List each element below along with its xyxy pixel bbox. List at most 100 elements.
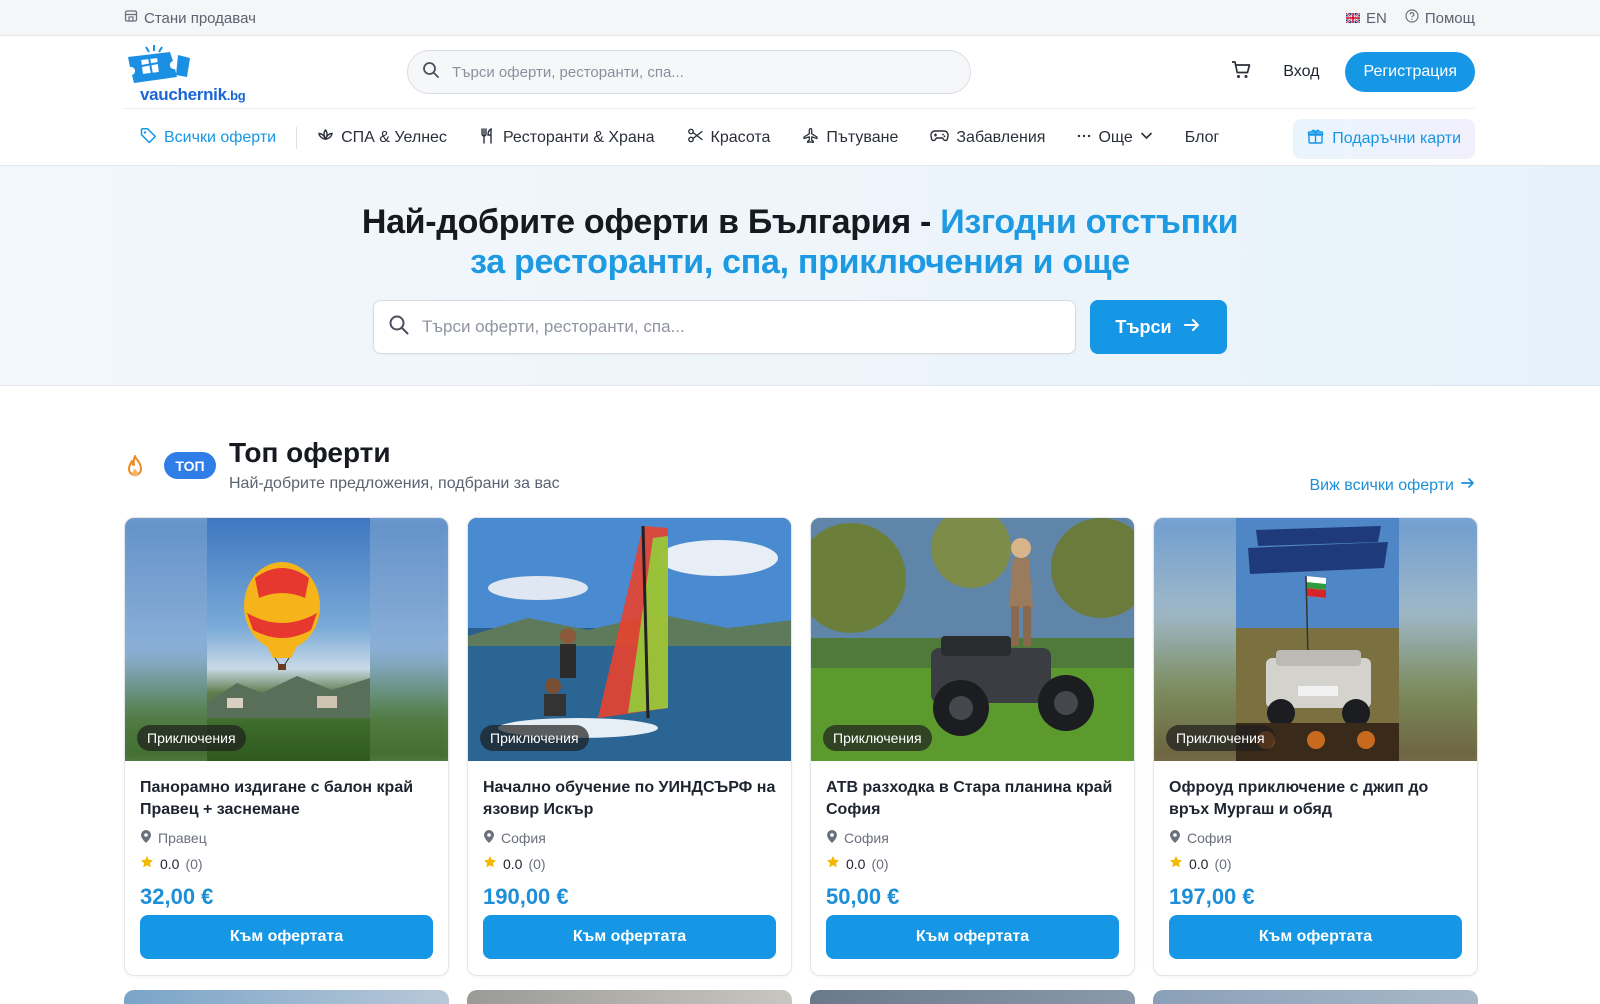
gamepad-icon xyxy=(930,127,950,149)
nav-divider xyxy=(296,126,298,149)
category-badge: Приключения xyxy=(823,725,932,751)
nav-item-blog[interactable]: Блог xyxy=(1169,129,1236,147)
rating-value: 0.0 xyxy=(160,855,180,872)
tag-icon xyxy=(140,127,157,149)
offer-rating: 0.0 (0) xyxy=(483,855,776,872)
store-icon xyxy=(124,9,138,27)
offer-title[interactable]: Начално обучение по УИНДСЪРФ на язовир И… xyxy=(483,777,776,821)
register-button[interactable]: Регистрация xyxy=(1345,52,1475,92)
hero-search-button-label: Търси xyxy=(1115,316,1172,337)
nav-item-label: Блог xyxy=(1184,128,1220,146)
offer-card[interactable]: Приключения Начално обучение по УИНДСЪРФ… xyxy=(467,517,792,976)
location-label: София xyxy=(1187,830,1232,846)
cart-button[interactable] xyxy=(1221,52,1261,92)
nav-item-beauty[interactable]: Красота xyxy=(671,127,787,149)
hero-section: Най-добрите оферти в България - Изгодни … xyxy=(0,166,1600,386)
hero-search-button[interactable]: Търси xyxy=(1090,300,1227,354)
chevron-down-icon xyxy=(1140,129,1153,147)
rating-value: 0.0 xyxy=(846,855,866,872)
arrow-right-icon xyxy=(1182,315,1202,340)
location-pin-icon xyxy=(826,829,838,847)
offer-card[interactable]: Приключения АТВ разходка в Стара планина… xyxy=(810,517,1135,976)
view-offer-button[interactable]: Към офертата xyxy=(1169,915,1462,959)
next-card-peek xyxy=(1153,990,1478,1004)
more-icon xyxy=(1077,127,1091,149)
location-label: София xyxy=(844,830,889,846)
flame-icon xyxy=(124,454,146,485)
become-seller-label: Стани продавач xyxy=(144,9,256,27)
cart-icon xyxy=(1230,59,1252,86)
hero-title-highlight-2: за ресторанти, спа, приключения и още xyxy=(470,243,1130,281)
category-badge: Приключения xyxy=(137,725,246,751)
view-offer-button[interactable]: Към офертата xyxy=(140,915,433,959)
section-title: Топ оферти xyxy=(229,437,391,468)
scissors-icon xyxy=(687,127,704,149)
offer-image: Приключения xyxy=(125,518,448,761)
offer-title[interactable]: Панорамно издигане с балон край Правец +… xyxy=(140,777,433,821)
category-badge: Приключения xyxy=(480,725,589,751)
offer-price: 190,00 € xyxy=(483,884,569,909)
main-header: vauchernik.bg Вход Регистрация xyxy=(0,36,1600,108)
utensils-icon xyxy=(479,127,496,149)
location-pin-icon xyxy=(483,829,495,847)
hero-search: Търси xyxy=(373,300,1227,354)
offer-image: Приключения xyxy=(468,518,791,761)
view-offer-button[interactable]: Към офертата xyxy=(826,915,1119,959)
location-label: Правец xyxy=(158,830,207,846)
nav-item-spa[interactable]: СПА & Уелнес xyxy=(301,127,463,149)
offer-title[interactable]: АТВ разходка в Стара планина край София xyxy=(826,777,1119,821)
nav-item-label: Още xyxy=(1098,128,1133,146)
header-search-bar[interactable] xyxy=(407,50,971,94)
gift-cards-label: Подаръчни карти xyxy=(1332,130,1461,147)
help-link[interactable]: Помощ xyxy=(1405,9,1475,27)
gift-icon xyxy=(1307,128,1324,150)
login-button[interactable]: Вход xyxy=(1283,63,1319,81)
language-switcher[interactable]: EN xyxy=(1345,10,1387,27)
search-icon xyxy=(388,314,410,341)
offer-location: София xyxy=(1169,829,1462,847)
nav-item-more[interactable]: Още xyxy=(1061,127,1168,149)
top-badge: ТОП xyxy=(164,452,216,479)
nav-item-travel[interactable]: Пътуване xyxy=(786,127,914,149)
search-icon xyxy=(422,61,440,84)
hero-search-field[interactable] xyxy=(373,300,1076,354)
uk-flag-icon xyxy=(1345,10,1361,27)
nav-item-label: Забавления xyxy=(956,128,1046,146)
arrow-right-icon xyxy=(1460,475,1476,496)
site-logo[interactable]: vauchernik.bg xyxy=(124,41,250,107)
next-card-peek xyxy=(810,990,1135,1004)
section-subtitle: Най-добрите предложения, подбрани за вас xyxy=(229,475,560,492)
become-seller-link[interactable]: Стани продавач xyxy=(124,9,256,27)
view-offer-button[interactable]: Към офертата xyxy=(483,915,776,959)
nav-item-label: СПА & Уелнес xyxy=(341,128,447,146)
nav-item-label: Пътуване xyxy=(826,128,899,146)
see-all-offers-link[interactable]: Виж всички оферти xyxy=(1309,475,1476,496)
plane-icon xyxy=(802,127,819,149)
offer-card[interactable]: Приключения Панорамно издигане с балон к… xyxy=(124,517,449,976)
offer-location: София xyxy=(483,829,776,847)
offer-price: 197,00 € xyxy=(1169,884,1255,909)
offer-cards: Приключения Панорамно издигане с балон к… xyxy=(124,517,1478,976)
offer-price: 50,00 € xyxy=(826,884,900,909)
see-all-label: Виж всички оферти xyxy=(1309,476,1454,494)
offer-card[interactable]: Приключения Офроуд приключение с джип до… xyxy=(1153,517,1478,976)
location-pin-icon xyxy=(140,829,152,847)
offer-title[interactable]: Офроуд приключение с джип до връх Мургаш… xyxy=(1169,777,1462,821)
hero-search-input[interactable] xyxy=(422,317,1042,337)
next-card-peek xyxy=(124,990,449,1004)
offer-rating: 0.0 (0) xyxy=(1169,855,1462,872)
top-bar: Стани продавач EN Помощ xyxy=(0,0,1600,36)
nav-item-label: Ресторанти & Храна xyxy=(502,128,655,146)
nav-item-entertainment[interactable]: Забавления xyxy=(914,127,1061,149)
nav-item-label: Красота xyxy=(710,128,771,146)
gift-cards-button[interactable]: Подаръчни карти xyxy=(1293,119,1475,159)
nav-item-all-offers[interactable]: Всички оферти xyxy=(124,127,292,149)
offer-rating: 0.0 (0) xyxy=(826,855,1119,872)
nav-item-restaurants[interactable]: Ресторанти & Храна xyxy=(463,127,671,149)
next-card-peek xyxy=(467,990,792,1004)
header-search-input[interactable] xyxy=(452,63,932,81)
review-count: (0) xyxy=(871,855,889,872)
hero-title: Най-добрите оферти в България - Изгодни … xyxy=(0,202,1600,282)
review-count: (0) xyxy=(528,855,546,872)
location-pin-icon xyxy=(1169,829,1181,847)
